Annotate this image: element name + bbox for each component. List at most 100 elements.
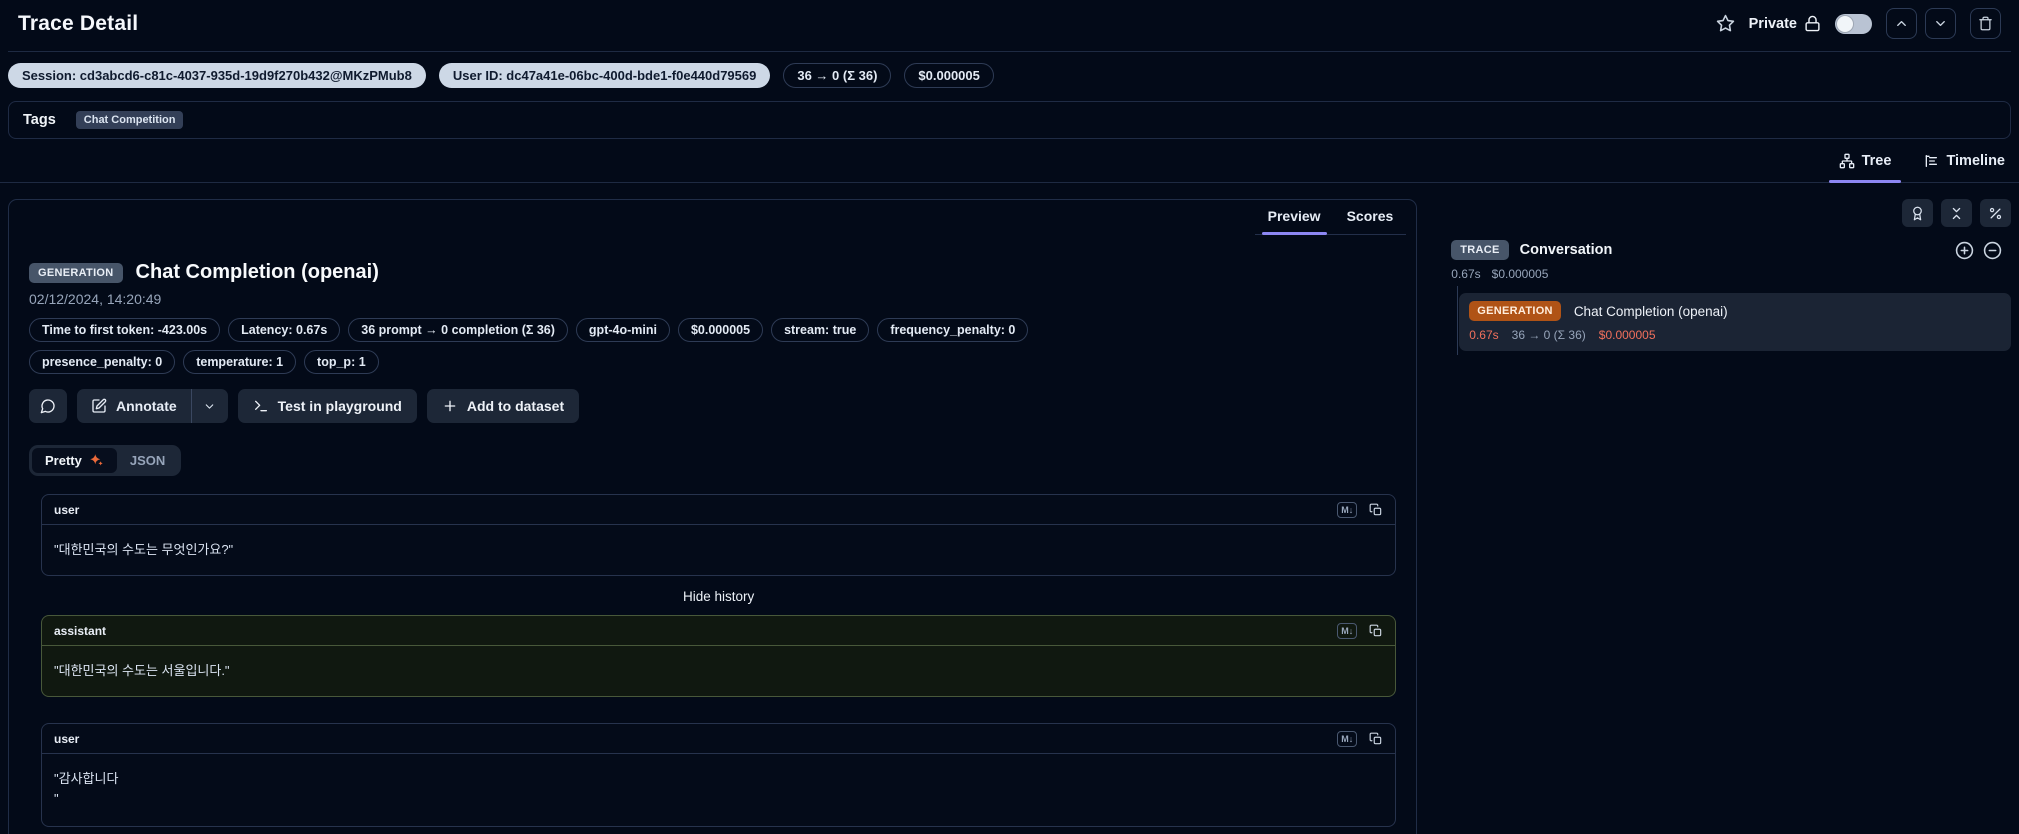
- tags-label: Tags: [23, 112, 56, 128]
- observation-body: GENERATION Chat Completion (openai) 02/1…: [9, 235, 1416, 834]
- tab-tree[interactable]: Tree: [1828, 141, 1902, 183]
- messages: user M↓ "대한민국의 수도는 무엇인가요?" Hide history …: [29, 494, 1397, 827]
- format-pretty[interactable]: Pretty: [32, 448, 117, 473]
- markdown-toggle-icon[interactable]: M↓: [1337, 730, 1358, 747]
- metric-pill-cost: $0.000005: [677, 318, 764, 342]
- page-title: Trace Detail: [18, 11, 139, 35]
- minus-circle-icon: [1983, 241, 2002, 259]
- metric-pills: Time to first token: -423.00s Latency: 0…: [29, 318, 1079, 374]
- percent-icon: [1989, 207, 2002, 219]
- tree-icon: [1839, 153, 1854, 169]
- metric-pill-tokens: 36 prompt → 0 completion (Σ 36): [348, 318, 568, 342]
- toggle-metrics-button[interactable]: [1980, 199, 2011, 227]
- metric-pill-stream: stream: true: [771, 318, 870, 342]
- user-id-pill[interactable]: User ID: dc47a41e-06bc-400d-bde1-f0e440d…: [438, 63, 771, 88]
- trace-tree-panel: TRACE Conversation 0.67s $0.000005 GENER…: [1441, 199, 2011, 355]
- content: Preview Scores GENERATION Chat Completio…: [0, 183, 2019, 834]
- star-icon: [1716, 14, 1734, 32]
- annotate-button[interactable]: Annotate: [77, 389, 191, 423]
- top-bar: Trace Detail Private: [8, 0, 2011, 52]
- collapse-all-button[interactable]: [1941, 199, 1972, 227]
- copy-icon: [1369, 624, 1382, 636]
- metric-pill-temperature: temperature: 1: [183, 350, 297, 374]
- tab-timeline[interactable]: Timeline: [1921, 141, 2007, 182]
- generation-title: Chat Completion (openai): [1573, 303, 1728, 319]
- format-toggle: Pretty JSON: [29, 445, 182, 476]
- message-role: user: [54, 731, 80, 746]
- collapse-icon: [1952, 207, 1961, 219]
- metric-pill-ttft: Time to first token: -423.00s: [29, 318, 221, 342]
- message-content: "대한민국의 수도는 서울입니다.": [54, 663, 230, 678]
- tab-preview[interactable]: Preview: [1255, 200, 1334, 235]
- metric-pill-model[interactable]: gpt-4o-mini: [575, 318, 670, 342]
- trace-metrics: 0.67s $0.000005: [1441, 267, 2011, 281]
- generation-tree-row[interactable]: GENERATION Chat Completion (openai) 0.67…: [1459, 293, 2011, 351]
- cost-pill: $0.000005: [904, 63, 994, 88]
- session-pill[interactable]: Session: cd3abcd6-c81c-4037-935d-19d9f27…: [8, 63, 426, 88]
- plus-icon: [444, 400, 456, 412]
- trace-title: Conversation: [1519, 242, 1613, 258]
- privacy-text: Private: [1748, 15, 1797, 32]
- chevron-down-icon: [205, 403, 214, 409]
- tab-scores[interactable]: Scores: [1334, 200, 1407, 234]
- trace-cost: $0.000005: [1491, 267, 1549, 281]
- toggle-knob: [1837, 15, 1853, 32]
- tree-toolbar: [1441, 199, 2011, 227]
- message-content: "감사합니다 ": [54, 771, 119, 806]
- tags-box: Tags Chat Competition: [8, 101, 2011, 139]
- view-tabs: Tree Timeline: [0, 141, 2019, 183]
- add-to-dataset-button[interactable]: Add to dataset: [426, 389, 580, 423]
- award-icon: [1913, 206, 1922, 220]
- observation-title: Chat Completion (openai): [135, 261, 379, 283]
- sparkles-icon: [90, 454, 103, 466]
- copy-button[interactable]: [1369, 624, 1383, 638]
- metric-pill-latency: Latency: 0.67s: [228, 318, 341, 342]
- public-toggle[interactable]: [1835, 13, 1872, 34]
- tab-tree-label: Tree: [1861, 153, 1892, 169]
- trace-latency: 0.67s: [1451, 267, 1481, 281]
- generation-badge: GENERATION: [1469, 301, 1561, 321]
- panel-tabs: Preview Scores: [9, 200, 1416, 235]
- message-role: user: [54, 502, 80, 517]
- copy-button[interactable]: [1369, 503, 1383, 517]
- hide-history-button[interactable]: Hide history: [41, 589, 1396, 604]
- delete-trace-button[interactable]: [1970, 8, 2001, 39]
- comments-button[interactable]: [29, 389, 67, 423]
- token-usage-pill: 36 → 0 (Σ 36): [783, 63, 892, 88]
- message-user-1: user M↓ "대한민국의 수도는 무엇인가요?": [41, 494, 1397, 576]
- collapse-node-button[interactable]: [1983, 241, 2002, 260]
- terminal-icon: [254, 400, 267, 412]
- toggle-scores-button[interactable]: [1902, 199, 1933, 227]
- pretty-label: Pretty: [45, 453, 82, 468]
- playground-button[interactable]: Test in playground: [237, 389, 417, 423]
- trace-root-row[interactable]: TRACE Conversation: [1441, 240, 2011, 260]
- annotate-label: Annotate: [116, 398, 177, 414]
- generation-tokens: 36 → 0 (Σ 36): [1511, 328, 1586, 342]
- annotate-split-button: Annotate: [77, 389, 228, 423]
- message-user-2: user M↓ "감사합니다 ": [41, 723, 1397, 827]
- expand-node-button[interactable]: [1955, 241, 1974, 260]
- previous-trace-button[interactable]: [1886, 8, 1917, 39]
- markdown-toggle-icon[interactable]: M↓: [1337, 622, 1358, 639]
- tag-chat-competition[interactable]: Chat Competition: [75, 111, 184, 129]
- trash-icon: [1979, 16, 1992, 31]
- annotate-dropdown-button[interactable]: [192, 389, 228, 423]
- message-content: "대한민국의 수도는 무엇인가요?": [54, 542, 234, 557]
- next-trace-button[interactable]: [1925, 8, 1956, 39]
- copy-button[interactable]: [1369, 732, 1383, 746]
- format-json[interactable]: JSON: [117, 448, 178, 473]
- observation-type-badge: GENERATION: [29, 262, 123, 283]
- markdown-toggle-icon[interactable]: M↓: [1337, 501, 1358, 518]
- trace-badge: TRACE: [1451, 240, 1509, 260]
- playground-label: Test in playground: [277, 398, 402, 414]
- chat-bubble-icon: [40, 399, 55, 414]
- meta-row: Session: cd3abcd6-c81c-4037-935d-19d9f27…: [8, 63, 2011, 88]
- chevron-down-icon: [1936, 21, 1945, 26]
- plus-circle-icon: [1955, 241, 1974, 259]
- bookmark-star-button[interactable]: [1716, 14, 1735, 33]
- metric-pill-frequency-penalty: frequency_penalty: 0: [877, 318, 1029, 342]
- metric-pill-top-p: top_p: 1: [304, 350, 379, 374]
- observation-timestamp: 02/12/2024, 14:20:49: [29, 291, 162, 307]
- generation-cost: $0.000005: [1598, 328, 1656, 342]
- privacy-label: Private: [1749, 15, 1821, 32]
